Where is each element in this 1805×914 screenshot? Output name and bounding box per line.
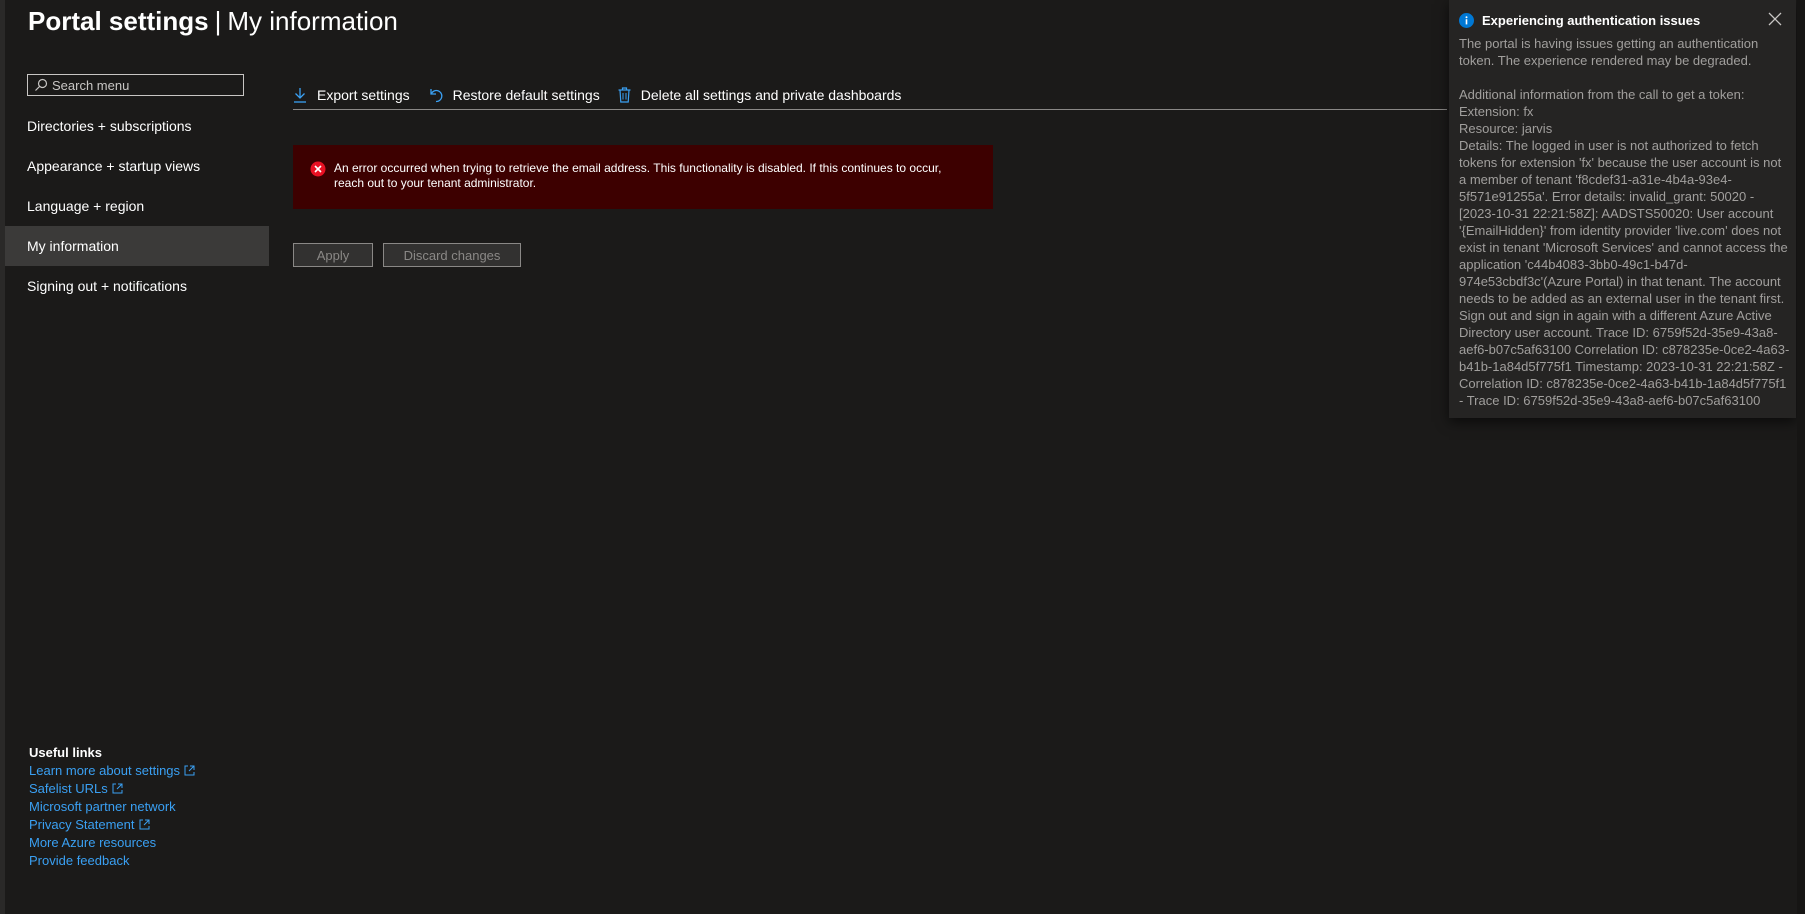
window-edge-right	[1797, 0, 1805, 914]
export-settings-button[interactable]: Export settings	[293, 87, 410, 103]
useful-links: Useful links Learn more about settings S…	[29, 744, 195, 870]
apply-button[interactable]: Apply	[293, 243, 373, 267]
external-link-icon	[139, 819, 149, 830]
notification-info-heading: Additional information from the call to …	[1459, 87, 1745, 102]
close-icon[interactable]	[1768, 12, 1782, 26]
trash-icon	[618, 87, 631, 103]
notification-extension: Extension: fx	[1459, 104, 1534, 119]
discard-changes-button[interactable]: Discard changes	[383, 243, 521, 267]
notification-resource: Resource: jarvis	[1459, 121, 1553, 136]
sidebar-item-my-information[interactable]: My information	[5, 226, 269, 266]
useful-links-title: Useful links	[29, 745, 102, 760]
link-partner-network[interactable]: Microsoft partner network	[29, 798, 195, 816]
search-icon	[35, 78, 48, 91]
sidebar-item-signing-out[interactable]: Signing out + notifications	[5, 266, 269, 306]
command-bar: Export settings Restore default settings…	[293, 82, 919, 108]
link-label: Learn more about settings	[29, 763, 181, 778]
external-link-icon	[184, 765, 195, 776]
error-message-text: An error occurred when trying to retriev…	[334, 161, 942, 190]
notification-body: The portal is having issues getting an a…	[1459, 35, 1791, 409]
page-title-main: Portal settings	[28, 6, 209, 36]
sidebar-nav: Directories + subscriptions Appearance +…	[5, 106, 269, 306]
export-settings-label: Export settings	[317, 87, 410, 103]
notification-details: Details: The logged in user is not autho…	[1459, 138, 1790, 408]
link-label: Safelist URLs	[29, 781, 108, 796]
undo-icon	[429, 89, 443, 103]
delete-all-settings-button[interactable]: Delete all settings and private dashboar…	[618, 87, 902, 103]
external-link-icon	[112, 783, 123, 794]
sidebar-item-directories[interactable]: Directories + subscriptions	[5, 106, 269, 146]
search-box[interactable]	[27, 74, 244, 96]
sidebar-item-appearance[interactable]: Appearance + startup views	[5, 146, 269, 186]
download-icon	[294, 88, 306, 103]
error-message-bar: An error occurred when trying to retriev…	[293, 145, 993, 209]
link-safelist-urls[interactable]: Safelist URLs	[29, 780, 195, 798]
error-icon	[310, 161, 326, 177]
sidebar-item-language[interactable]: Language + region	[5, 186, 269, 226]
info-icon	[1459, 13, 1474, 28]
title-separator: |	[214, 6, 222, 36]
notification-toast: Experiencing authentication issues The p…	[1449, 0, 1796, 418]
search-input[interactable]	[52, 75, 237, 95]
notification-title: Experiencing authentication issues	[1482, 13, 1701, 28]
delete-all-settings-label: Delete all settings and private dashboar…	[640, 87, 902, 103]
page-title-sub: My information	[227, 6, 398, 36]
notification-summary: The portal is having issues getting an a…	[1459, 36, 1759, 68]
link-provide-feedback[interactable]: Provide feedback	[29, 852, 195, 870]
restore-default-settings-label: Restore default settings	[452, 87, 600, 103]
restore-default-settings-button[interactable]: Restore default settings	[428, 87, 600, 103]
link-privacy-statement[interactable]: Privacy Statement	[29, 816, 195, 834]
notification-spacer	[1459, 69, 1791, 86]
command-bar-divider	[293, 109, 1447, 110]
page-title: Portal settings | My information	[28, 6, 398, 36]
link-label: Privacy Statement	[29, 817, 135, 832]
link-more-azure-resources[interactable]: More Azure resources	[29, 834, 195, 852]
link-learn-more-settings[interactable]: Learn more about settings	[29, 762, 195, 780]
